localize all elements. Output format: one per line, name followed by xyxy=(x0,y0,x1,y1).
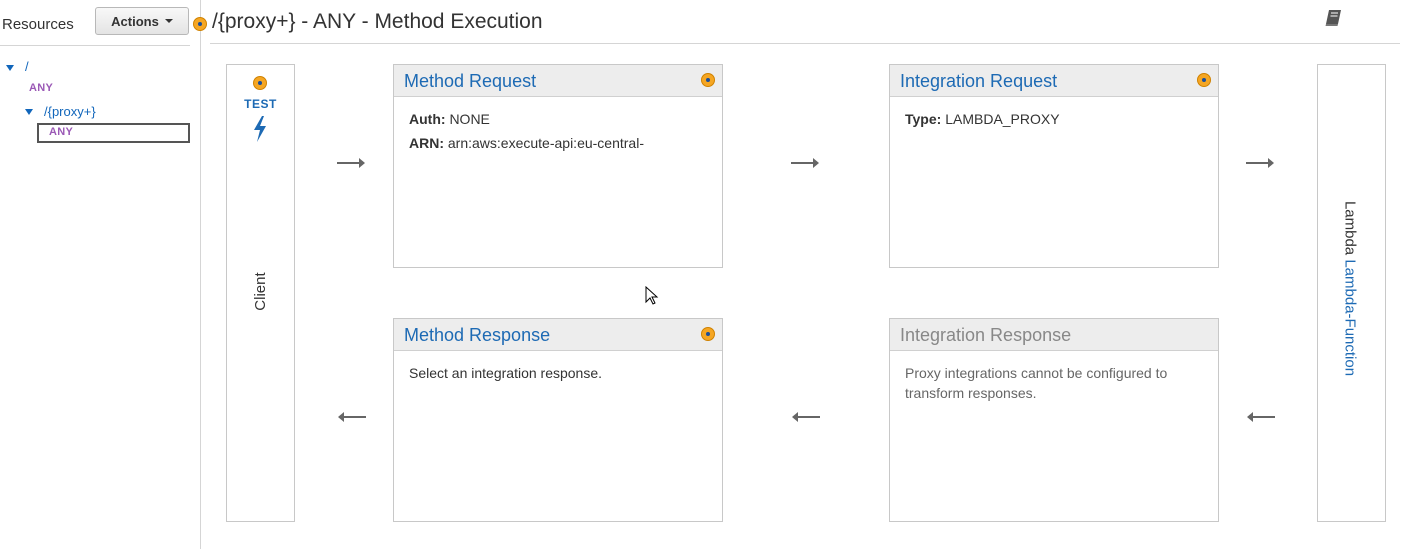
arrow-left-icon xyxy=(792,412,820,422)
integration-response-text: Proxy integrations cannot be configured … xyxy=(905,365,1168,401)
tree-proxy-resource[interactable]: /{proxy+} xyxy=(44,104,96,119)
status-dot-icon xyxy=(1197,73,1211,87)
arrow-right-icon xyxy=(791,158,819,168)
sidebar-vertical-divider xyxy=(200,0,201,549)
auth-value: NONE xyxy=(449,111,490,127)
bolt-icon[interactable] xyxy=(252,116,268,147)
type-row: Type: LAMBDA_PROXY xyxy=(905,109,1203,129)
arn-key: ARN: xyxy=(409,135,444,151)
integration-response-panel: Integration Response Proxy integrations … xyxy=(889,318,1219,522)
lambda-prefix: Lambda xyxy=(1341,200,1359,256)
actions-button[interactable]: Actions xyxy=(95,7,189,35)
actions-button-label: Actions xyxy=(111,13,159,29)
arn-row: ARN: arn:aws:execute-api:eu-central- xyxy=(409,133,707,153)
arrow-left-icon xyxy=(1247,412,1275,422)
arrow-right-icon xyxy=(1246,158,1274,168)
status-dot-icon xyxy=(253,76,267,90)
method-response-panel: Method Response Select an integration re… xyxy=(393,318,723,522)
method-request-panel: Method Request Auth: NONE ARN: arn:aws:e… xyxy=(393,64,723,268)
type-value: LAMBDA_PROXY xyxy=(945,111,1060,127)
arn-value: arn:aws:execute-api:eu-central- xyxy=(447,135,644,151)
tree-root-method[interactable]: ANY xyxy=(29,82,53,94)
page-title: /{proxy+} - ANY - Method Execution xyxy=(212,10,543,33)
title-divider xyxy=(210,43,1400,44)
integration-request-panel: Integration Request Type: LAMBDA_PROXY xyxy=(889,64,1219,268)
test-button[interactable]: TEST xyxy=(226,97,295,111)
integration-response-title: Integration Response xyxy=(900,325,1072,345)
tree-proxy-method-selected[interactable]: ANY xyxy=(37,123,190,143)
lambda-function-link[interactable]: Lambda-Function xyxy=(1342,259,1359,376)
resources-label: Resources xyxy=(2,16,74,33)
auth-row: Auth: NONE xyxy=(409,109,707,129)
lambda-label: Lambda Lambda-Function xyxy=(1342,114,1359,464)
sidebar-divider xyxy=(0,45,190,46)
status-dot-icon xyxy=(193,17,207,31)
method-response-text: Select an integration response. xyxy=(409,365,603,381)
expand-triangle-icon[interactable] xyxy=(25,109,33,115)
mouse-cursor-icon xyxy=(645,286,659,305)
expand-triangle-icon[interactable] xyxy=(6,65,14,71)
arrow-left-icon xyxy=(338,412,366,422)
method-response-title[interactable]: Method Response xyxy=(404,325,550,345)
client-label: Client xyxy=(252,272,269,311)
integration-request-title[interactable]: Integration Request xyxy=(900,71,1057,91)
caret-down-icon xyxy=(164,19,173,23)
tree-root[interactable]: / xyxy=(25,59,29,74)
status-dot-icon xyxy=(701,327,715,341)
status-dot-icon xyxy=(701,73,715,87)
auth-key: Auth: xyxy=(409,111,446,127)
book-icon[interactable] xyxy=(1324,8,1344,33)
method-request-title[interactable]: Method Request xyxy=(404,71,536,91)
arrow-right-icon xyxy=(337,158,365,168)
type-key: Type: xyxy=(905,111,942,127)
